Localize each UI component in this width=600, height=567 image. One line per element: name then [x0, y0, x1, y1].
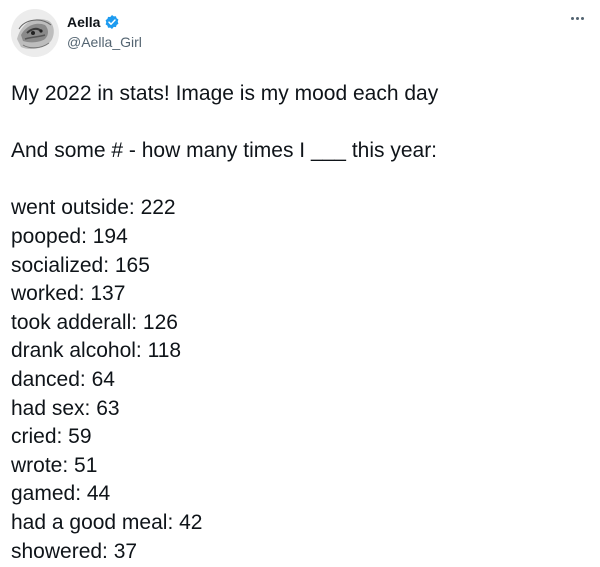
- paragraph-break: [11, 109, 589, 138]
- tweet-question: And some # - how many times I ___ this y…: [11, 139, 438, 163]
- user-handle[interactable]: @Aella_Girl: [67, 33, 142, 51]
- paragraph-break: [11, 166, 589, 195]
- display-name[interactable]: Aella: [67, 14, 100, 30]
- tweet-card: Aella @Aella_Girl My 2022 in stats! Imag…: [0, 0, 600, 567]
- stat-line: danced: 64: [11, 367, 115, 391]
- stat-line: had a good meal: 42: [11, 510, 203, 534]
- stat-line: had sex: 63: [11, 396, 120, 420]
- stat-line: took adderall: 126: [11, 310, 178, 334]
- stat-line: wrote: 51: [11, 453, 98, 477]
- verified-badge-icon: [104, 14, 120, 30]
- stat-line: pooped: 194: [11, 224, 128, 248]
- tweet-text: My 2022 in stats! Image is my mood each …: [11, 80, 589, 566]
- tweet-intro: My 2022 in stats! Image is my mood each …: [11, 82, 439, 105]
- stat-line: worked: 137: [11, 282, 126, 306]
- stat-line: cried: 59: [11, 425, 92, 449]
- tweet-header: Aella @Aella_Girl: [67, 13, 142, 51]
- stat-line: gamed: 44: [11, 482, 111, 506]
- stat-line: went outside: 222: [11, 196, 176, 220]
- stat-line: socialized: 165: [11, 253, 150, 277]
- stat-line: drank alcohol: 118: [11, 339, 182, 363]
- stat-line: showered: 37: [11, 539, 138, 563]
- dot: [580, 16, 584, 20]
- name-row: Aella: [67, 13, 142, 31]
- dot: [575, 16, 579, 20]
- more-options-icon[interactable]: [566, 10, 588, 26]
- dot: [570, 16, 574, 20]
- avatar[interactable]: [11, 9, 59, 57]
